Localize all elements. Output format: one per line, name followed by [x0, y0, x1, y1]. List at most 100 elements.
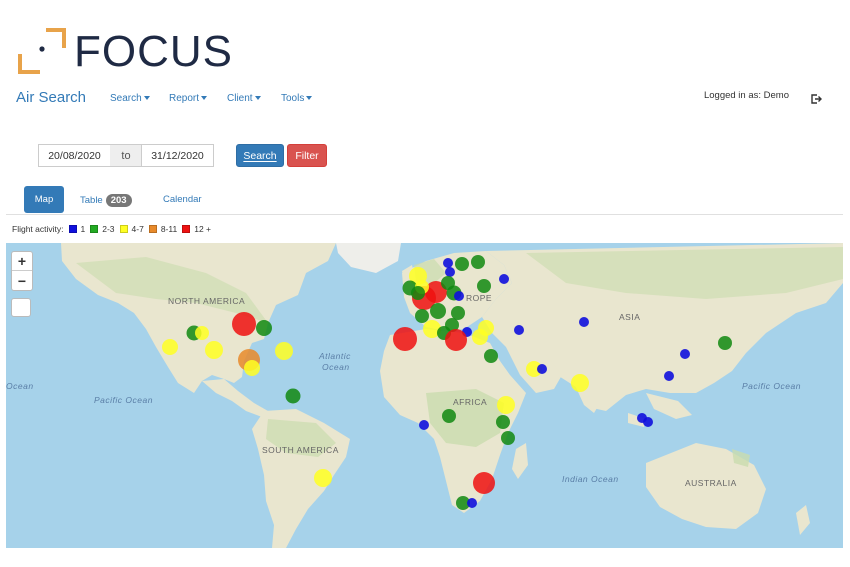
legend-label-12-plus: 12 + — [194, 224, 211, 234]
activity-marker[interactable] — [467, 498, 477, 508]
zoom-control: + − — [11, 251, 33, 291]
activity-marker[interactable] — [537, 364, 547, 374]
activity-marker[interactable] — [445, 329, 467, 351]
activity-marker[interactable] — [497, 396, 515, 414]
label-europe: ROPE — [466, 293, 493, 303]
activity-marker[interactable] — [275, 342, 293, 360]
activity-marker[interactable] — [415, 309, 429, 323]
activity-marker[interactable] — [571, 374, 589, 392]
legend-label-1: 1 — [80, 224, 86, 234]
date-to-input[interactable]: 31/12/2020 — [141, 144, 214, 167]
label-africa: AFRICA — [453, 397, 488, 407]
world-map[interactable]: NORTH AMERICA SOUTH AMERICA ROPE ASIA AF… — [6, 243, 843, 548]
menu-search[interactable]: Search — [110, 93, 150, 104]
tab-calendar[interactable]: Calendar — [163, 194, 202, 205]
activity-marker[interactable] — [443, 258, 453, 268]
activity-marker[interactable] — [455, 257, 469, 271]
menu-search-label: Search — [110, 93, 142, 104]
activity-marker[interactable] — [514, 325, 524, 335]
label-south-america: SOUTH AMERICA — [262, 445, 339, 455]
activity-marker[interactable] — [285, 388, 301, 404]
activity-marker[interactable] — [477, 279, 491, 293]
activity-marker[interactable] — [430, 303, 446, 319]
activity-marker[interactable] — [484, 349, 498, 363]
activity-marker[interactable] — [162, 339, 178, 355]
label-atlantic-ocean: Ocean — [322, 362, 350, 372]
activity-marker[interactable] — [195, 326, 209, 340]
tab-calendar-label: Calendar — [163, 194, 202, 205]
activity-marker[interactable] — [393, 327, 417, 351]
activity-marker[interactable] — [478, 320, 494, 336]
menu-tools-label: Tools — [281, 93, 305, 104]
filter-button[interactable]: Filter — [287, 144, 327, 167]
label-atlantic: Atlantic — [319, 351, 351, 361]
logout-icon[interactable] — [810, 92, 822, 104]
tab-divider — [6, 214, 843, 215]
legend-swatch-8-11 — [148, 225, 157, 233]
activity-marker[interactable] — [451, 306, 465, 320]
search-button-label: Search — [243, 149, 277, 162]
activity-marker[interactable] — [471, 255, 485, 269]
activity-marker[interactable] — [718, 336, 732, 350]
app-title[interactable]: Air Search — [16, 89, 86, 106]
menu-report[interactable]: Report — [169, 93, 208, 104]
label-pacific-ocean-right: Pacific Ocean — [742, 381, 801, 391]
brand-name: FOCUS — [74, 27, 233, 76]
tab-table[interactable]: Table 203 — [80, 194, 132, 207]
layer-toggle-button[interactable] — [11, 298, 31, 317]
label-ocean-edge: Ocean — [6, 381, 34, 391]
focus-logo: FOCUS — [18, 28, 232, 76]
menu-client-label: Client — [227, 93, 253, 104]
tab-map[interactable]: Map — [24, 186, 64, 213]
activity-marker[interactable] — [419, 420, 429, 430]
legend-label-8-11: 8-11 — [160, 224, 178, 234]
zoom-out-button[interactable]: − — [12, 271, 32, 290]
table-count-badge: 203 — [105, 194, 132, 207]
tab-table-label: Table — [80, 195, 103, 206]
search-button[interactable]: Search — [236, 144, 284, 167]
activity-marker[interactable] — [680, 349, 690, 359]
zoom-in-button[interactable]: + — [12, 252, 32, 271]
date-separator: to — [110, 144, 142, 167]
caret-down-icon — [143, 96, 150, 101]
caret-down-icon — [306, 96, 313, 101]
legend-swatch-1 — [68, 225, 77, 233]
focus-logo-mark-icon — [18, 28, 66, 74]
activity-marker[interactable] — [473, 472, 495, 494]
legend-label-2-3: 2-3 — [102, 224, 115, 234]
label-indian-ocean: Indian Ocean — [562, 474, 619, 484]
activity-marker[interactable] — [664, 371, 674, 381]
activity-marker[interactable] — [205, 341, 223, 359]
legend-title: Flight activity: — [12, 224, 64, 234]
menu-report-label: Report — [169, 93, 200, 104]
activity-marker[interactable] — [501, 431, 515, 445]
label-asia: ASIA — [619, 312, 641, 322]
activity-marker[interactable] — [499, 274, 509, 284]
legend-swatch-12-plus — [182, 225, 191, 233]
tab-map-label: Map — [34, 194, 54, 205]
activity-marker[interactable] — [314, 469, 332, 487]
label-north-america: NORTH AMERICA — [168, 296, 246, 306]
activity-marker[interactable] — [411, 286, 425, 300]
caret-down-icon — [201, 96, 208, 101]
activity-marker[interactable] — [454, 291, 464, 301]
label-australia: AUSTRALIA — [685, 478, 737, 488]
activity-marker[interactable] — [244, 360, 260, 376]
activity-marker[interactable] — [442, 409, 456, 423]
activity-marker[interactable] — [232, 312, 256, 336]
legend-swatch-4-7 — [119, 225, 128, 233]
filter-button-label: Filter — [295, 149, 319, 162]
activity-marker[interactable] — [256, 320, 272, 336]
label-pacific-ocean-left: Pacific Ocean — [94, 395, 153, 405]
activity-marker[interactable] — [579, 317, 589, 327]
activity-marker[interactable] — [643, 417, 653, 427]
menu-client[interactable]: Client — [227, 93, 261, 104]
date-from-input[interactable]: 20/08/2020 — [38, 144, 111, 167]
flight-activity-legend: Flight activity: 1 2-3 4-7 8-11 12 + — [12, 224, 211, 234]
activity-marker[interactable] — [496, 415, 510, 429]
menu-tools[interactable]: Tools — [281, 93, 313, 104]
legend-label-4-7: 4-7 — [131, 224, 144, 234]
activity-marker[interactable] — [445, 267, 455, 277]
caret-down-icon — [254, 96, 261, 101]
legend-swatch-2-3 — [90, 225, 99, 233]
